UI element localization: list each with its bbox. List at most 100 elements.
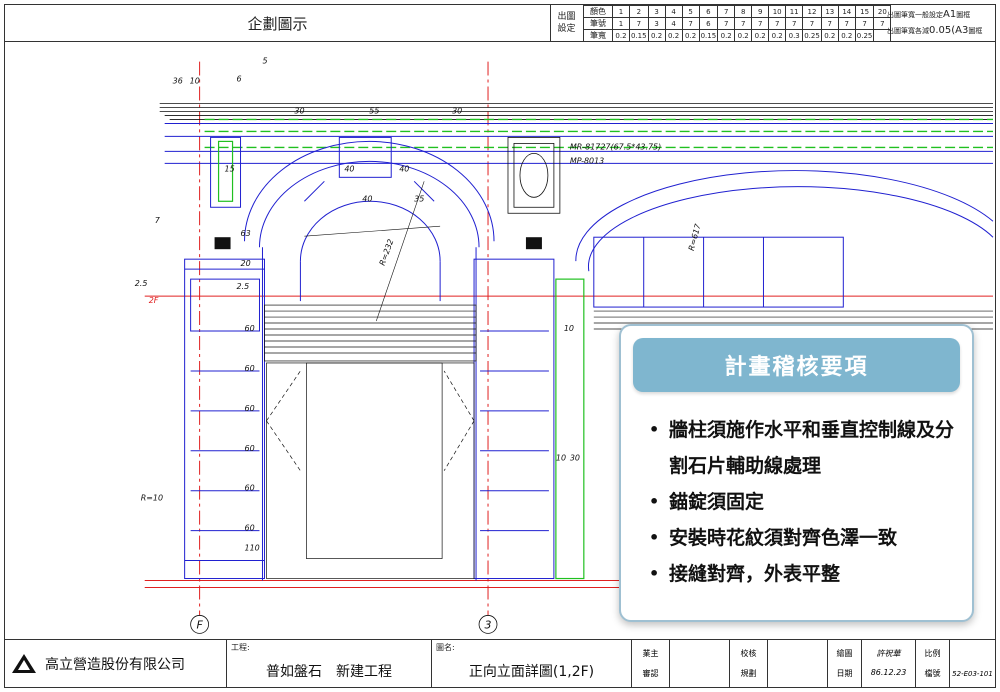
dim-label: 110: [245, 544, 260, 553]
pen-setting-label-1: 出圖: [557, 12, 576, 22]
pen-cell: 6: [698, 5, 719, 18]
pen-cell: 7: [681, 17, 700, 30]
pen-cell: 4: [664, 5, 683, 18]
dim-label: 2.5: [135, 279, 148, 288]
dim-label: 55: [369, 106, 379, 115]
pen-table-row: 筆號 1 7 3 4 7 6 7 7 7 7 7 7 7 7 7 7: [583, 17, 892, 30]
drawing-name: 正向立面詳圖(1,2F): [468, 664, 595, 680]
pen-cell: 7: [802, 17, 822, 30]
pen-cell: 11: [785, 5, 804, 18]
central-arch: [244, 136, 555, 581]
pen-cell: 7: [717, 5, 736, 18]
drawing-label: 圖名:: [436, 643, 455, 652]
dim-label: 60: [245, 444, 255, 453]
pen-table-row: 筆寬 0.2 0.15 0.2 0.2 0.2 0.15 0.2 0.2 0.2 0.2 0.3 0.2…: [583, 29, 892, 42]
dim-label: 35: [414, 194, 424, 203]
pen-cell: 10: [768, 5, 787, 18]
pen-cell: 0.25: [802, 29, 822, 42]
pen-cell: 0.2: [717, 29, 736, 42]
pen-cell: 3: [647, 5, 666, 18]
owner-label: 業主: [642, 649, 659, 658]
title-block: 高立營造股份有限公司 工程: 普如盤石 新建工程 圖名: 正向立面詳圖(1,2F…: [5, 639, 995, 687]
pen-cell: 0.2: [820, 29, 839, 42]
scale-cell: 比例 檔號: [916, 640, 950, 687]
pen-cell: 0.2: [647, 29, 666, 42]
project-label: 工程:: [231, 643, 250, 652]
pen-cell: 0.25: [854, 29, 875, 42]
page-title: 企劃圖示: [5, 5, 551, 41]
draw-cell: 繪圖 日期: [828, 640, 862, 687]
pen-cell: 0.15: [629, 29, 649, 42]
checklist-item: 牆柱須施作水平和垂直控制線及分割石片輔助線處理: [649, 412, 960, 484]
grid-marker-3: 3: [478, 615, 498, 634]
dim-label: 7: [155, 216, 160, 225]
company-cell: 高立營造股份有限公司: [5, 640, 227, 687]
dim-label: 15: [225, 164, 235, 173]
pen-cell: 7: [751, 17, 770, 30]
pen-cell: 4: [664, 17, 683, 30]
pen-cell: 7: [854, 17, 875, 30]
pen-table-row: 顏色 1 2 3 4 5 6 7 8 9 10 11 12 13 14 15 20: [583, 5, 892, 18]
pen-notes: 出圖筆寬一般設定A1圖框 出圖筆寬各減0.05(A3圖框: [887, 7, 982, 39]
scale-label: 比例: [924, 649, 941, 658]
pen-cell: 0.2: [681, 29, 700, 42]
pen-cell: 0.2: [664, 29, 683, 42]
left-pilaster: [184, 136, 265, 580]
date-label: 日期: [836, 669, 853, 678]
pen-cell: 0.2: [751, 29, 770, 42]
medallion-label: MP-8013: [570, 156, 604, 165]
dim-label: 30: [570, 454, 580, 463]
drawing-name-cell: 圖名: 正向立面詳圖(1,2F): [432, 640, 632, 687]
callout-title: 計畫稽核要項: [633, 338, 960, 392]
pen-cell: 7: [717, 17, 736, 30]
pen-cell: 7: [785, 17, 804, 30]
dim-label: 10: [556, 454, 566, 463]
pen-cell: 1: [612, 5, 630, 18]
pen-note-2: 出圖筆寬各減0.05(A3圖框: [887, 25, 983, 36]
pen-cell: 8: [734, 5, 753, 18]
dim-label: 10: [564, 324, 574, 333]
pen-cell: 13: [820, 5, 839, 18]
owner-cell: 業主 審認: [632, 640, 670, 687]
pen-cell: 14: [837, 5, 856, 18]
anchor-marks: [214, 237, 542, 250]
review-label: 審認: [642, 669, 659, 678]
checklist-item: 接縫對齊，外表平整: [649, 556, 960, 592]
draw-label: 繪圖: [836, 649, 853, 658]
owner-blank-cell: [670, 640, 730, 687]
cornice: [159, 103, 994, 120]
title-bar: 企劃圖示 出圖 設定 顏色 1 2 3 4 5 6 7 8 9 10 11 12 13 14 15 20 筆號 1 7…: [5, 5, 995, 42]
pen-row-header: 筆號: [583, 17, 613, 30]
dim-label: 10: [190, 77, 200, 86]
pen-cell: 0.3: [785, 29, 804, 42]
window-shutter: [264, 304, 477, 579]
project-name: 普如盤石 新建工程: [266, 664, 392, 680]
dim-label: 40: [344, 164, 354, 173]
dim-label: 2.5: [237, 282, 250, 291]
checklist-item: 安裝時花紋須對齊色澤一致: [649, 520, 960, 556]
dim-label: 63: [241, 229, 251, 238]
pen-cell: 2: [629, 5, 649, 18]
pen-cell: 3: [647, 17, 666, 30]
pen-cell: 0.2: [768, 29, 787, 42]
date-value: 86.12.23: [870, 668, 907, 677]
dim-label: 36: [173, 77, 183, 86]
dim-label: 5: [262, 57, 267, 66]
medallion: [507, 137, 561, 214]
pen-cell: 1: [612, 17, 630, 30]
sheet-number: 52-E03-101: [952, 670, 993, 678]
pen-cell: 7: [629, 17, 649, 30]
dim-label: 60: [245, 404, 255, 413]
pen-cell: 9: [751, 5, 770, 18]
drawer-name: 許祝華: [876, 649, 901, 658]
dim-label: 2F: [149, 296, 159, 305]
project-cell: 工程: 普如盤石 新建工程: [227, 640, 432, 687]
check-label: 校核: [740, 649, 757, 658]
company-name: 高立營造股份有限公司: [45, 656, 185, 673]
pen-cell: 0.2: [612, 29, 630, 42]
pen-cell: 7: [820, 17, 839, 30]
check-cell: 校核 規劃: [730, 640, 768, 687]
dim-label: 6: [237, 75, 242, 84]
checklist-item: 錨錠須固定: [649, 484, 960, 520]
pen-row-header: 顏色: [583, 5, 613, 18]
